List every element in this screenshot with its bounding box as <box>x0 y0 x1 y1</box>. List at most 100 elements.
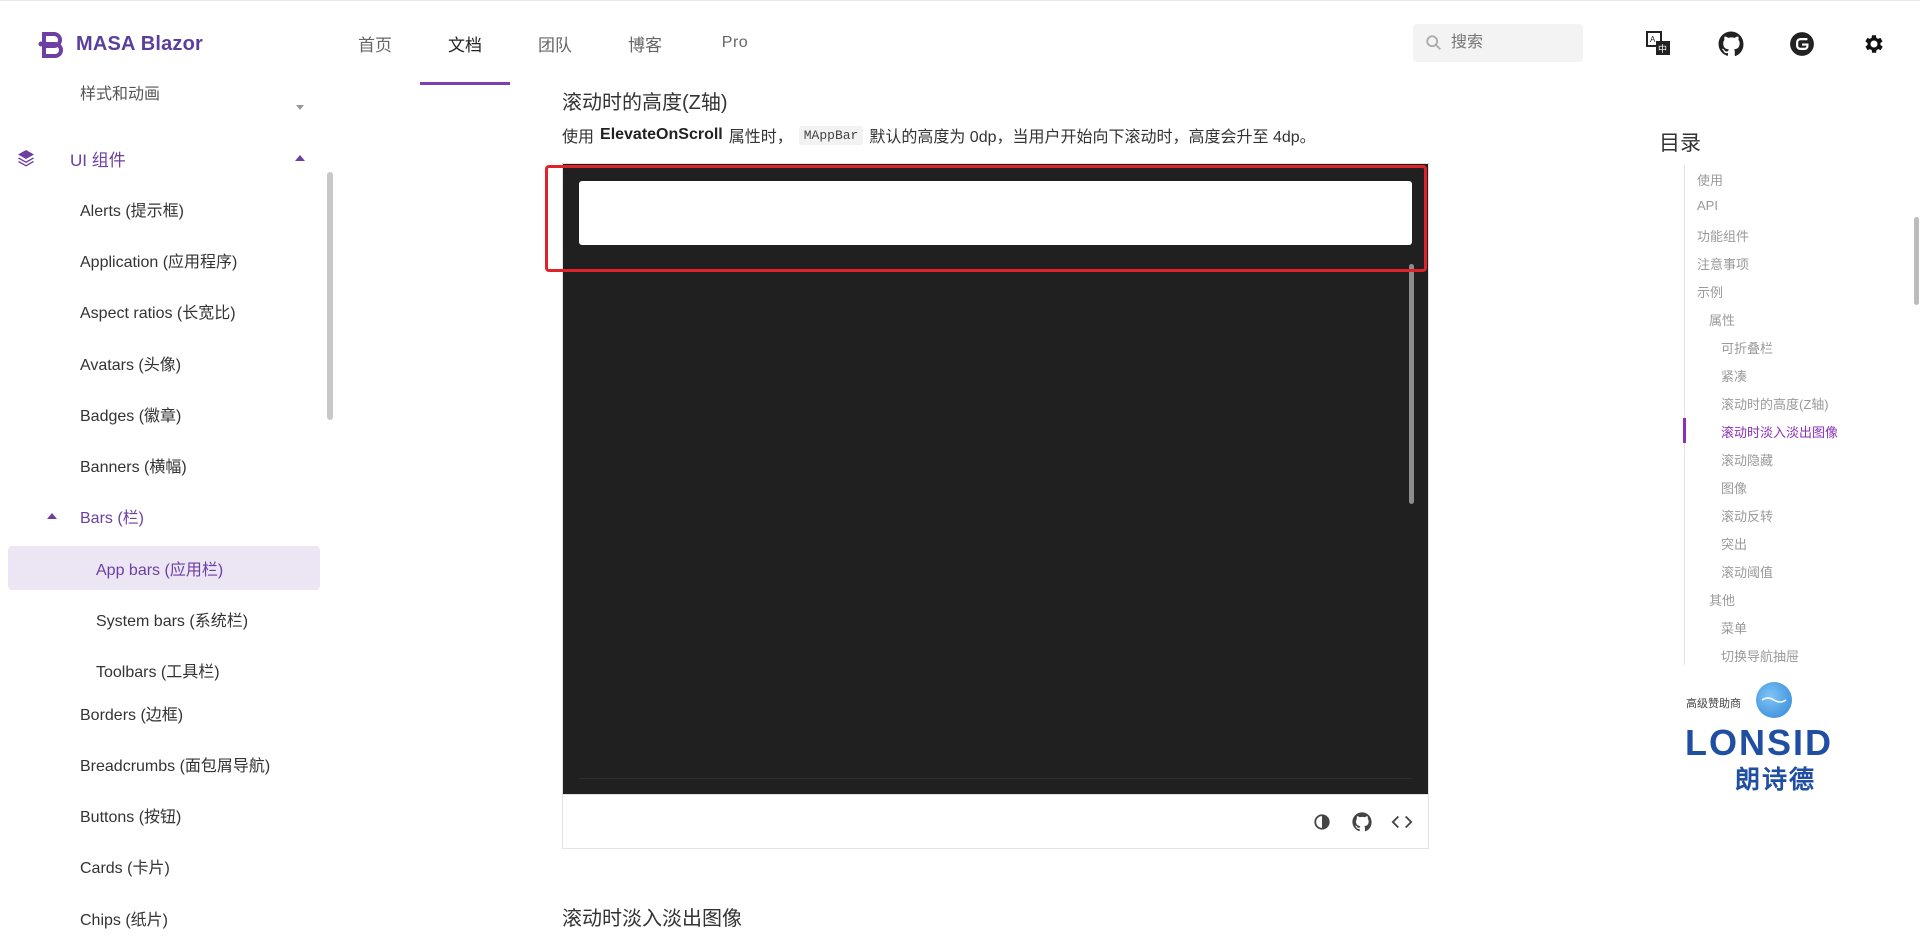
demo-app-bar <box>579 181 1412 245</box>
example-demo-area[interactable] <box>562 163 1429 795</box>
sidebar-item-label: Breadcrumbs (面包屑导航) <box>80 758 271 775</box>
section-description: 使用 ElevateOnScroll 属性时， MAppBar 默认的高度为 0… <box>562 123 1316 147</box>
section-title: 滚动时的高度(Z轴) <box>562 92 728 114</box>
toc-item[interactable]: 注意事项 <box>1697 254 1749 273</box>
logo-text: MASA Blazor <box>76 32 204 55</box>
sponsor-label: 高级赞助商 <box>1686 698 1741 710</box>
desc-suffix: 默认的高度为 0dp，当用户开始向下滚动时，高度会升至 4dp。 <box>869 129 1316 146</box>
sidebar-item-toolbars[interactable]: Toolbars (工具栏) <box>8 648 320 692</box>
desc-strong: ElevateOnScroll <box>600 126 723 143</box>
sidebar-item-label: Alerts (提示框) <box>80 203 185 220</box>
nav-blog[interactable]: 博客 <box>600 1 690 85</box>
page-scrollbar[interactable] <box>1914 217 1919 305</box>
desc-code: MAppBar <box>798 125 864 145</box>
toc-item[interactable]: 滚动阈值 <box>1721 562 1773 581</box>
nav-docs[interactable]: 文档 <box>420 1 510 85</box>
sidebar-group-label: UI 组件 <box>70 150 126 170</box>
toc-item[interactable]: 紧凑 <box>1721 366 1747 385</box>
toc-item[interactable]: 功能组件 <box>1697 226 1749 245</box>
toc-item[interactable]: 突出 <box>1721 534 1747 553</box>
sidebar-item-borders[interactable]: Borders (边框) <box>8 691 320 735</box>
toc-item[interactable]: 图像 <box>1721 478 1747 497</box>
sponsor-badge-icon[interactable] <box>1756 682 1792 718</box>
sidebar: 样式和动画 UI 组件 Alerts (提示框) Application (应用… <box>0 85 335 937</box>
sidebar-item-label: Toolbars (工具栏) <box>96 664 220 681</box>
sidebar-item-app-bars[interactable]: App bars (应用栏) <box>8 546 320 590</box>
example-toolbar <box>562 795 1429 849</box>
toc-item-active[interactable]: 滚动时淡入淡出图像 <box>1721 422 1838 441</box>
toc-item[interactable]: 滚动时的高度(Z轴) <box>1721 394 1829 413</box>
nav-home[interactable]: 首页 <box>330 1 420 85</box>
app-header: MASA Blazor 首页 文档 团队 博客 Pro A 中 <box>0 1 1920 85</box>
sidebar-item-cards[interactable]: Cards (卡片) <box>8 844 320 888</box>
toc-rail <box>1684 165 1685 665</box>
sidebar-item-label: Application (应用程序) <box>80 254 238 271</box>
theme-toggle-icon[interactable] <box>1310 810 1334 834</box>
next-section-title: 滚动时淡入淡出图像 <box>562 908 742 930</box>
sidebar-item-label: 样式和动画 <box>80 86 161 103</box>
chevron-down-icon <box>296 105 304 110</box>
search-box[interactable] <box>1413 24 1583 62</box>
code-icon[interactable] <box>1390 810 1414 834</box>
desc-mid: 属性时， <box>728 129 793 146</box>
sidebar-item-label: Avatars (头像) <box>80 357 182 374</box>
sidebar-scrollbar[interactable] <box>327 172 333 420</box>
sidebar-item-label: App bars (应用栏) <box>96 562 224 579</box>
search-icon <box>1426 35 1441 50</box>
sidebar-item-label: Buttons (按钮) <box>80 809 182 826</box>
toc-item[interactable]: 滚动隐藏 <box>1721 450 1773 469</box>
nav-pro[interactable]: Pro <box>690 1 780 85</box>
demo-scrollbar[interactable] <box>1409 264 1414 504</box>
toc-item[interactable]: 滚动反转 <box>1721 506 1773 525</box>
sidebar-item-label: Borders (边框) <box>80 707 184 724</box>
chevron-up-icon <box>47 513 57 519</box>
sidebar-group-ui-components[interactable]: UI 组件 <box>16 136 316 180</box>
sidebar-item-breadcrumbs[interactable]: Breadcrumbs (面包屑导航) <box>8 742 320 786</box>
sidebar-item-label: Banners (横幅) <box>80 459 187 476</box>
masa-logo-icon <box>38 32 63 58</box>
search-input[interactable] <box>1449 33 1573 53</box>
toc-item[interactable]: 属性 <box>1709 310 1735 329</box>
toc-item[interactable]: 使用 <box>1697 170 1723 189</box>
sidebar-item-label: Aspect ratios (长宽比) <box>80 305 236 322</box>
sidebar-item-chips[interactable]: Chips (纸片) <box>8 896 320 937</box>
gear-icon[interactable] <box>1860 30 1888 58</box>
translate-icon[interactable]: A 中 <box>1645 30 1673 58</box>
sidebar-item-label: Cards (卡片) <box>80 860 170 877</box>
toc-item[interactable]: 菜单 <box>1721 618 1747 637</box>
toc-item[interactable]: API <box>1697 198 1718 213</box>
toc-item[interactable]: 切换导航抽屉 <box>1721 646 1799 665</box>
sidebar-item-system-bars[interactable]: System bars (系统栏) <box>8 597 320 641</box>
toc-item[interactable]: 示例 <box>1697 282 1723 301</box>
sidebar-item-avatars[interactable]: Avatars (头像) <box>8 341 320 385</box>
sidebar-item-aspect-ratios[interactable]: Aspect ratios (长宽比) <box>8 289 320 333</box>
sidebar-item-application[interactable]: Application (应用程序) <box>8 238 320 282</box>
logo[interactable]: MASA Blazor <box>38 29 203 59</box>
sidebar-item-label: Badges (徽章) <box>80 408 182 425</box>
toc-title: 目录 <box>1659 132 1701 155</box>
sidebar-item-styles[interactable]: 样式和动画 <box>8 85 320 114</box>
svg-text:A: A <box>1650 35 1656 44</box>
nav-team[interactable]: 团队 <box>510 1 600 85</box>
svg-text:中: 中 <box>1658 43 1667 55</box>
sponsor-brand-latin[interactable]: LONSID <box>1685 722 1833 764</box>
sidebar-item-label: Chips (纸片) <box>80 912 169 929</box>
demo-bottom-divider <box>579 778 1412 779</box>
toc-active-indicator <box>1683 418 1686 443</box>
chevron-up-icon <box>295 155 305 161</box>
sidebar-item-label: Bars (栏) <box>80 510 145 527</box>
sponsor-brand-cn[interactable]: 朗诗德 <box>1735 760 1816 796</box>
github-icon[interactable] <box>1350 810 1374 834</box>
sidebar-item-label: System bars (系统栏) <box>96 613 249 630</box>
toc-item[interactable]: 可折叠栏 <box>1721 338 1773 357</box>
sidebar-item-badges[interactable]: Badges (徽章) <box>8 392 320 436</box>
sidebar-item-banners[interactable]: Banners (横幅) <box>8 443 320 487</box>
desc-prefix: 使用 <box>562 129 595 146</box>
top-nav: 首页 文档 团队 博客 Pro <box>330 1 780 85</box>
sidebar-item-alerts[interactable]: Alerts (提示框) <box>8 187 320 231</box>
layers-icon <box>18 150 34 167</box>
gitee-icon[interactable] <box>1788 30 1816 58</box>
github-icon[interactable] <box>1717 30 1745 58</box>
sidebar-item-buttons[interactable]: Buttons (按钮) <box>8 793 320 837</box>
toc-item[interactable]: 其他 <box>1709 590 1735 609</box>
